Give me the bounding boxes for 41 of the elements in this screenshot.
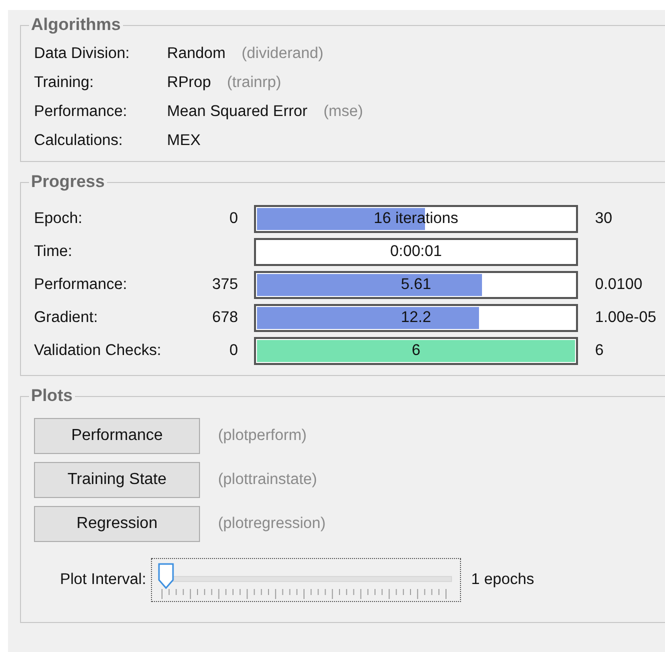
target-value: 6 (595, 342, 604, 360)
progress-label: Epoch: (34, 210, 84, 228)
plot-button[interactable]: Performance (34, 418, 200, 454)
function-name: (plotregression) (218, 515, 326, 533)
function-name: (dividerand) (242, 44, 324, 62)
field-value: MEX (167, 132, 201, 150)
function-name: (mse) (323, 102, 364, 120)
progress-label: Validation Checks: (34, 342, 162, 360)
slider-thumb[interactable] (158, 563, 174, 589)
field-label: Calculations: (34, 132, 124, 150)
slider-label: Plot Interval: (60, 571, 146, 589)
function-name: (plottrainstate) (218, 471, 318, 489)
function-name: (trainrp) (226, 74, 282, 92)
start-value: 375 (212, 276, 238, 292)
field-value: Random (167, 44, 226, 62)
target-value: 0.0100 (595, 276, 642, 294)
target-value: 1.00e-05 (595, 308, 656, 326)
plot-button[interactable]: Training State (34, 462, 200, 498)
field-label: Training: (34, 74, 95, 92)
field-label: Performance: (34, 102, 128, 120)
progress-text: 0:00:01 (389, 242, 443, 262)
progress-text: 5.61 (400, 274, 432, 294)
plot-button[interactable]: Regression (34, 506, 200, 542)
slider-value: 1 epochs (471, 571, 534, 589)
target-value: 30 (595, 210, 612, 228)
progress-label: Performance: (34, 276, 128, 294)
function-name: (plotperform) (218, 427, 307, 445)
group-title: Plots (30, 386, 74, 406)
group-title: Progress (30, 172, 106, 192)
progress-text: 12.2 (400, 308, 432, 328)
field-label: Data Division: (34, 44, 131, 62)
group-title: Algorithms (30, 15, 122, 35)
progress-text: 6 (410, 340, 422, 360)
start-value: 0 (229, 210, 238, 226)
start-value: 678 (212, 308, 238, 326)
field-value: RProp (167, 74, 211, 92)
progress-label: Time: (34, 242, 74, 260)
field-value: Mean Squared Error (167, 102, 308, 120)
progress-label: Gradient: (34, 308, 99, 326)
start-value: 0 (229, 342, 238, 358)
plot-interval-slider[interactable] (151, 558, 462, 602)
